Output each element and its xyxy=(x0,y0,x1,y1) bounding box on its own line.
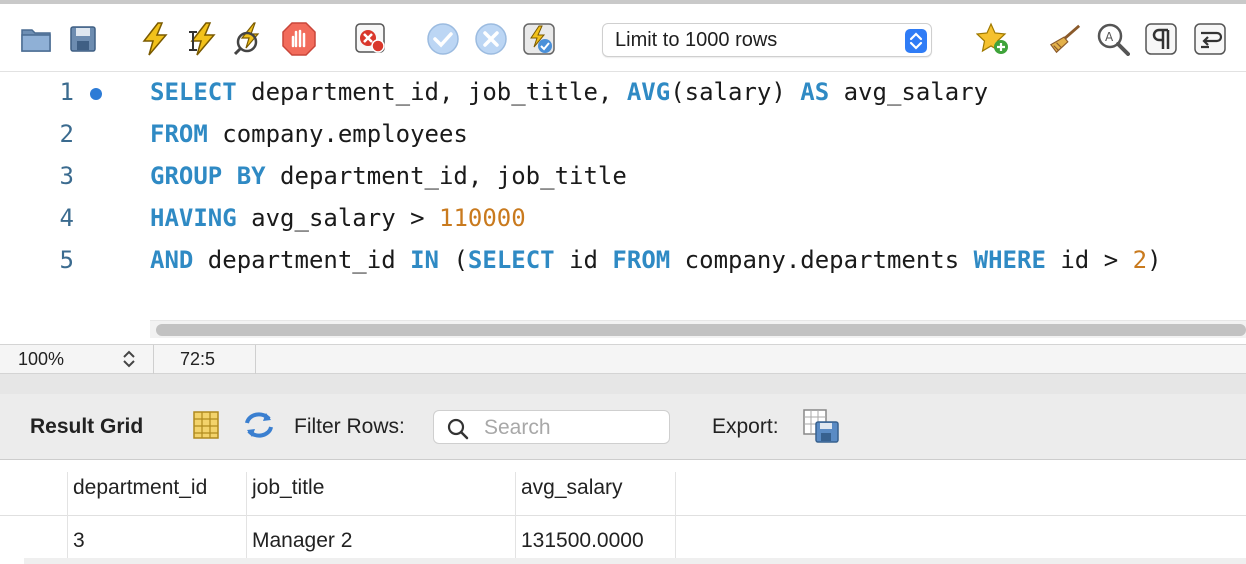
rollback-icon[interactable] xyxy=(474,22,508,56)
sql-text: department_id xyxy=(193,246,411,274)
sql-text: id xyxy=(554,246,613,274)
sql-text: department_id, job_title, xyxy=(236,78,627,106)
statement-marker-icon xyxy=(90,88,102,100)
search-input[interactable] xyxy=(484,415,664,441)
editor-status-bar: 100% 72:5 xyxy=(0,344,1246,375)
find-icon[interactable]: A xyxy=(1096,22,1130,56)
zoom-stepper-icon[interactable] xyxy=(118,348,140,370)
limit-rows-value: Limit to 1000 rows xyxy=(615,28,778,51)
column-header[interactable]: avg_salary xyxy=(521,476,623,500)
scrollbar-thumb[interactable] xyxy=(156,324,1246,336)
sql-text: avg_salary xyxy=(829,78,989,106)
grid-view-icon[interactable] xyxy=(192,410,224,442)
wrap-lines-icon[interactable] xyxy=(1193,22,1227,56)
status-divider xyxy=(153,345,154,375)
line-number: 4 xyxy=(59,204,74,232)
result-toolbar: Result Grid Filter Rows: Export: xyxy=(0,394,1246,460)
sql-text: (salary) xyxy=(670,78,801,106)
sql-keyword: GROUP BY xyxy=(150,162,266,190)
beautify-icon[interactable] xyxy=(1048,22,1082,56)
invisible-chars-icon[interactable] xyxy=(1144,22,1178,56)
export-icon[interactable] xyxy=(802,408,839,443)
table-cell[interactable]: Manager 2 xyxy=(252,529,352,553)
execute-icon[interactable] xyxy=(138,22,172,56)
code-line[interactable]: SELECT department_id, job_title, AVG(sal… xyxy=(150,78,988,106)
stop-icon[interactable] xyxy=(282,22,316,56)
export-label: Export: xyxy=(712,415,779,438)
line-number: 1 xyxy=(59,78,74,106)
sql-keyword: FROM xyxy=(150,120,208,148)
sql-keyword: AND xyxy=(150,246,194,274)
sql-number: 2 xyxy=(1132,246,1148,274)
line-number: 2 xyxy=(59,120,74,148)
cursor-position: 72:5 xyxy=(180,349,216,369)
autocommit-icon[interactable] xyxy=(522,22,556,56)
filter-rows-label: Filter Rows: xyxy=(294,415,405,438)
sql-text: department_id, job_title xyxy=(265,162,627,190)
table-cell[interactable]: 131500.0000 xyxy=(521,529,644,553)
search-icon xyxy=(446,417,470,447)
limit-rows-select[interactable]: Limit to 1000 rows xyxy=(602,23,932,57)
refresh-icon[interactable] xyxy=(242,410,274,442)
grid-header-row: department_id job_title avg_salary xyxy=(0,460,1246,516)
toggle-error-icon[interactable] xyxy=(354,22,388,56)
sql-text: avg_salary > xyxy=(236,204,439,232)
table-row[interactable]: 3 Manager 2 131500.0000 xyxy=(0,517,1246,561)
panel-splitter[interactable] xyxy=(0,374,1246,394)
sql-keyword: WHERE xyxy=(973,246,1046,274)
filter-rows-search[interactable] xyxy=(433,410,670,444)
column-header[interactable]: job_title xyxy=(252,476,324,500)
chevron-updown-icon xyxy=(905,29,927,53)
sql-keyword: SELECT xyxy=(150,78,237,106)
status-divider xyxy=(255,345,256,375)
line-number: 5 xyxy=(59,246,74,274)
sql-keyword: FROM xyxy=(612,246,671,274)
sql-keyword: IN xyxy=(410,246,440,274)
sql-text: company.employees xyxy=(207,120,468,148)
sql-text: ( xyxy=(439,246,468,274)
result-grid[interactable]: department_id job_title avg_salary 3 Man… xyxy=(0,460,1246,564)
commit-icon[interactable] xyxy=(426,22,460,56)
execute-current-icon[interactable] xyxy=(185,22,219,56)
result-grid-tab[interactable]: Result Grid xyxy=(30,415,143,439)
column-header[interactable]: department_id xyxy=(73,476,207,500)
add-snippet-icon[interactable] xyxy=(976,22,1010,56)
save-icon[interactable] xyxy=(66,22,100,56)
sql-keyword: AS xyxy=(800,78,830,106)
code-line[interactable]: AND department_id IN (SELECT id FROM com… xyxy=(150,246,1162,274)
sql-keyword: SELECT xyxy=(467,246,555,274)
sql-text: ) xyxy=(1147,246,1162,274)
explain-icon[interactable] xyxy=(234,22,268,56)
zoom-level[interactable]: 100% xyxy=(18,349,64,370)
line-number: 3 xyxy=(59,162,74,190)
next-row-placeholder xyxy=(24,558,1246,564)
sql-number: 110000 xyxy=(439,204,526,232)
sql-editor[interactable]: 1 2 3 4 5 SELECT department_id, job_titl… xyxy=(0,72,1246,344)
sql-text: company.departments xyxy=(670,246,974,274)
editor-toolbar: Limit to 1000 rows A xyxy=(0,0,1246,72)
code-line[interactable]: FROM company.employees xyxy=(150,120,468,148)
svg-text:A: A xyxy=(1105,30,1114,44)
code-line[interactable]: GROUP BY department_id, job_title xyxy=(150,162,627,190)
sql-text: id > xyxy=(1045,246,1133,274)
sql-keyword: HAVING xyxy=(150,204,237,232)
open-file-icon[interactable] xyxy=(19,22,53,56)
sql-keyword: AVG xyxy=(626,78,671,106)
code-line[interactable]: HAVING avg_salary > 110000 xyxy=(150,204,526,232)
horizontal-scrollbar[interactable] xyxy=(150,320,1246,338)
table-cell[interactable]: 3 xyxy=(73,529,85,553)
